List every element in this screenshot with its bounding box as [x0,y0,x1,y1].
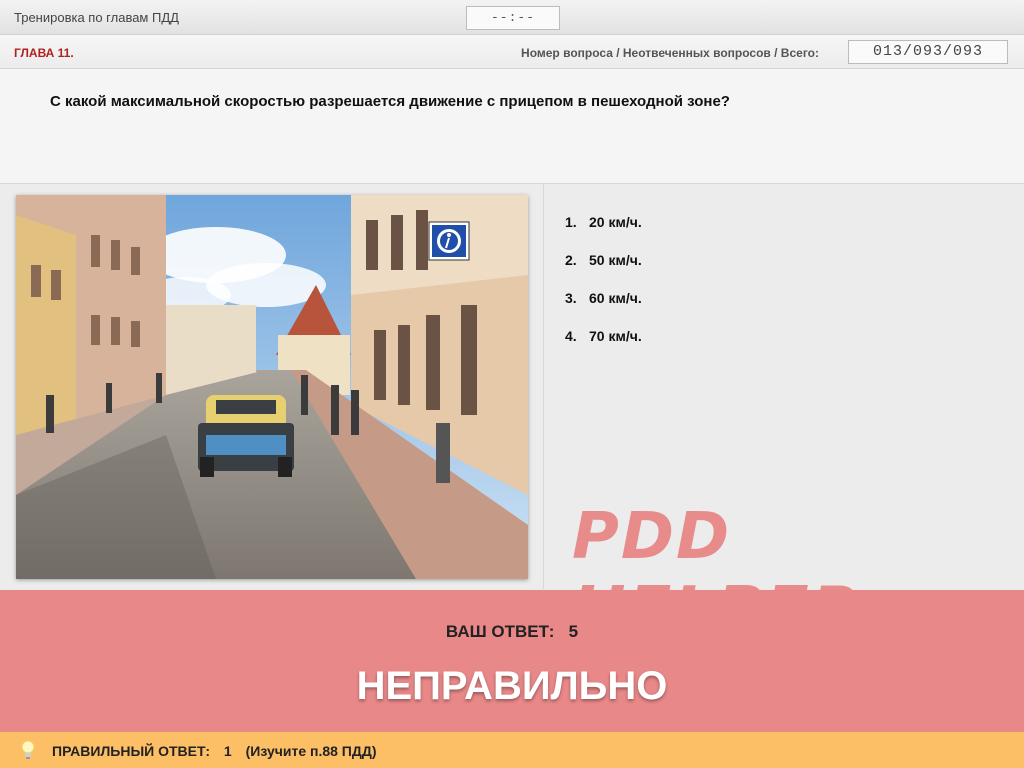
timer-display: --:-- [466,6,560,30]
your-answer-value: 5 [568,622,579,641]
correct-answer-bar: ПРАВИЛЬНЫЙ ОТВЕТ: 1 (Изучите п.88 ПДД) [0,732,1024,768]
your-answer-label: ВАШ ОТВЕТ: [445,622,555,641]
app-title: Тренировка по главам ПДД [14,10,179,25]
answer-text: 50 км/ч. [589,252,642,268]
question-counter: 013/093/093 [848,40,1008,64]
answer-text: 20 км/ч. [589,214,642,230]
result-panel: ВАШ ОТВЕТ: 5 НЕПРАВИЛЬНО [0,590,1024,732]
question-text: С какой максимальной скоростью разрешает… [50,93,730,110]
chapter-label: ГЛАВА 11. [14,46,74,60]
answer-number: 3. [565,290,577,306]
your-answer: ВАШ ОТВЕТ: 5 [0,622,1024,642]
study-note: (Изучите п.88 ПДД) [245,743,377,759]
answer-number: 4. [565,328,577,344]
chapter-bar: ГЛАВА 11. Номер вопроса / Неотвеченных в… [0,35,1024,69]
answer-text: 70 км/ч. [589,328,642,344]
correct-answer-text: ПРАВИЛЬНЫЙ ОТВЕТ: 1 (Изучите п.88 ПДД) [52,743,386,759]
answer-number: 1. [565,214,577,230]
correct-answer-label: ПРАВИЛЬНЫЙ ОТВЕТ: [52,743,211,759]
answer-text: 60 км/ч. [589,290,642,306]
verdict-text: НЕПРАВИЛЬНО [356,664,668,708]
answer-option-1[interactable]: 1. 20 км/ч. [565,214,642,252]
correct-answer-value: 1 [223,743,232,759]
answer-number: 2. [565,252,577,268]
content-divider [543,184,544,589]
answer-option-2[interactable]: 2. 50 км/ч. [565,252,642,290]
question-illustration [16,195,528,579]
answer-option-4[interactable]: 4. 70 км/ч. [565,328,642,366]
question-counter-label: Номер вопроса / Неотвеченных вопросов / … [521,46,819,60]
top-bar: Тренировка по главам ПДД --:-- [0,0,1024,35]
lightbulb-icon [21,740,35,759]
question-area: С какой максимальной скоростью разрешает… [0,69,1024,184]
answer-option-3[interactable]: 3. 60 км/ч. [565,290,642,328]
answers-list: 1. 20 км/ч. 2. 50 км/ч. 3. 60 км/ч. 4. 70 км… [565,214,642,366]
